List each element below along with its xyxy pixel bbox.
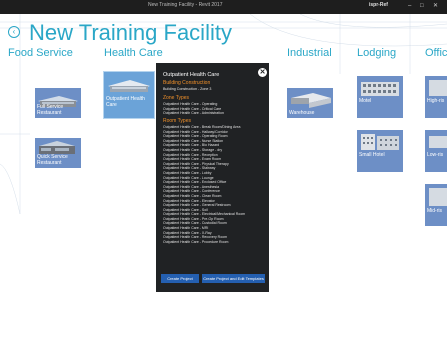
list-item: Outpatient Health Care - Break Room/Dini… — [163, 125, 241, 129]
category-health-care: Health Care — [104, 47, 163, 59]
maximize-icon[interactable]: □ — [420, 2, 424, 10]
page-title: New Training Facility — [29, 20, 232, 45]
tile-label: Quick Service Restaurant — [37, 154, 68, 166]
list-item: Outpatient Health Care - Operating — [163, 102, 218, 106]
tile-label: High-ris — [427, 98, 445, 104]
zone-types-heading: Zone Types — [163, 95, 190, 101]
zone-types-list: Outpatient Health Care - Operating Outpa… — [163, 102, 224, 116]
create-project-edit-templates-button[interactable]: Create Project and Edit Templates — [202, 274, 265, 283]
category-office: Offic — [425, 47, 447, 59]
building-details-popup: ✕ Outpatient Health Care Building Constr… — [156, 63, 269, 292]
tile-small-hotel[interactable]: Small Hotel — [357, 130, 403, 172]
small-hotel-building-image — [357, 130, 403, 172]
tile-motel[interactable]: Motel — [357, 76, 403, 118]
tile-outpatient-health-care[interactable]: Outpatient Health Care — [103, 71, 155, 119]
tile-label: Small Hotel — [359, 152, 385, 158]
tile-label: Low-ris — [427, 152, 444, 158]
motel-building-image — [357, 76, 403, 118]
low-rise-building-image — [425, 130, 447, 172]
list-item: Outpatient Health Care - Administration — [163, 111, 224, 116]
tile-full-service-restaurant[interactable]: Full Service Restaurant — [35, 88, 81, 118]
category-food-service: Food Service — [8, 47, 73, 59]
tile-low-rise[interactable]: Low-ris — [425, 130, 447, 172]
tile-label: Full Service Restaurant — [37, 104, 64, 116]
close-window-icon[interactable]: ✕ — [433, 2, 438, 10]
list-item: Outpatient Health Care - Procedure Room — [163, 239, 229, 244]
tile-warehouse[interactable]: Warehouse — [287, 88, 333, 118]
create-project-button[interactable]: Create Project — [161, 274, 199, 283]
user-name[interactable]: ispr-Ref — [369, 2, 388, 8]
tile-quick-service-restaurant[interactable]: Quick Service Restaurant — [35, 138, 81, 168]
category-industrial: Industrial — [287, 47, 332, 59]
minimize-icon[interactable]: – — [408, 2, 411, 10]
room-types-heading: Room Types — [163, 118, 191, 124]
popup-title: Outpatient Health Care — [163, 72, 220, 78]
room-types-list: Outpatient Health Care - Break Room/Dini… — [163, 125, 245, 244]
tile-label: Warehouse — [289, 110, 315, 116]
tile-mid-rise[interactable]: Mid-ris — [425, 184, 447, 226]
close-icon[interactable]: ✕ — [258, 68, 267, 77]
health-care-building-image — [104, 72, 154, 118]
building-construction-heading: Building Construction — [163, 80, 211, 86]
back-button[interactable]: ‹ — [8, 26, 20, 38]
window-title-bar: New Training Facility - Revit 2017 ispr-… — [0, 0, 447, 14]
tile-label: Mid-ris — [427, 208, 442, 214]
category-lodging: Lodging — [357, 47, 397, 59]
tile-high-rise[interactable]: High-ris — [425, 76, 447, 118]
window-title: New Training Facility - Revit 2017 — [148, 2, 223, 8]
high-rise-building-image — [425, 76, 447, 118]
mid-rise-building-image — [425, 184, 447, 226]
tile-label: Motel — [359, 98, 372, 104]
building-construction-value: Building Construction - Zone 3 — [163, 87, 212, 91]
tile-label: Outpatient Health Care — [106, 96, 145, 108]
